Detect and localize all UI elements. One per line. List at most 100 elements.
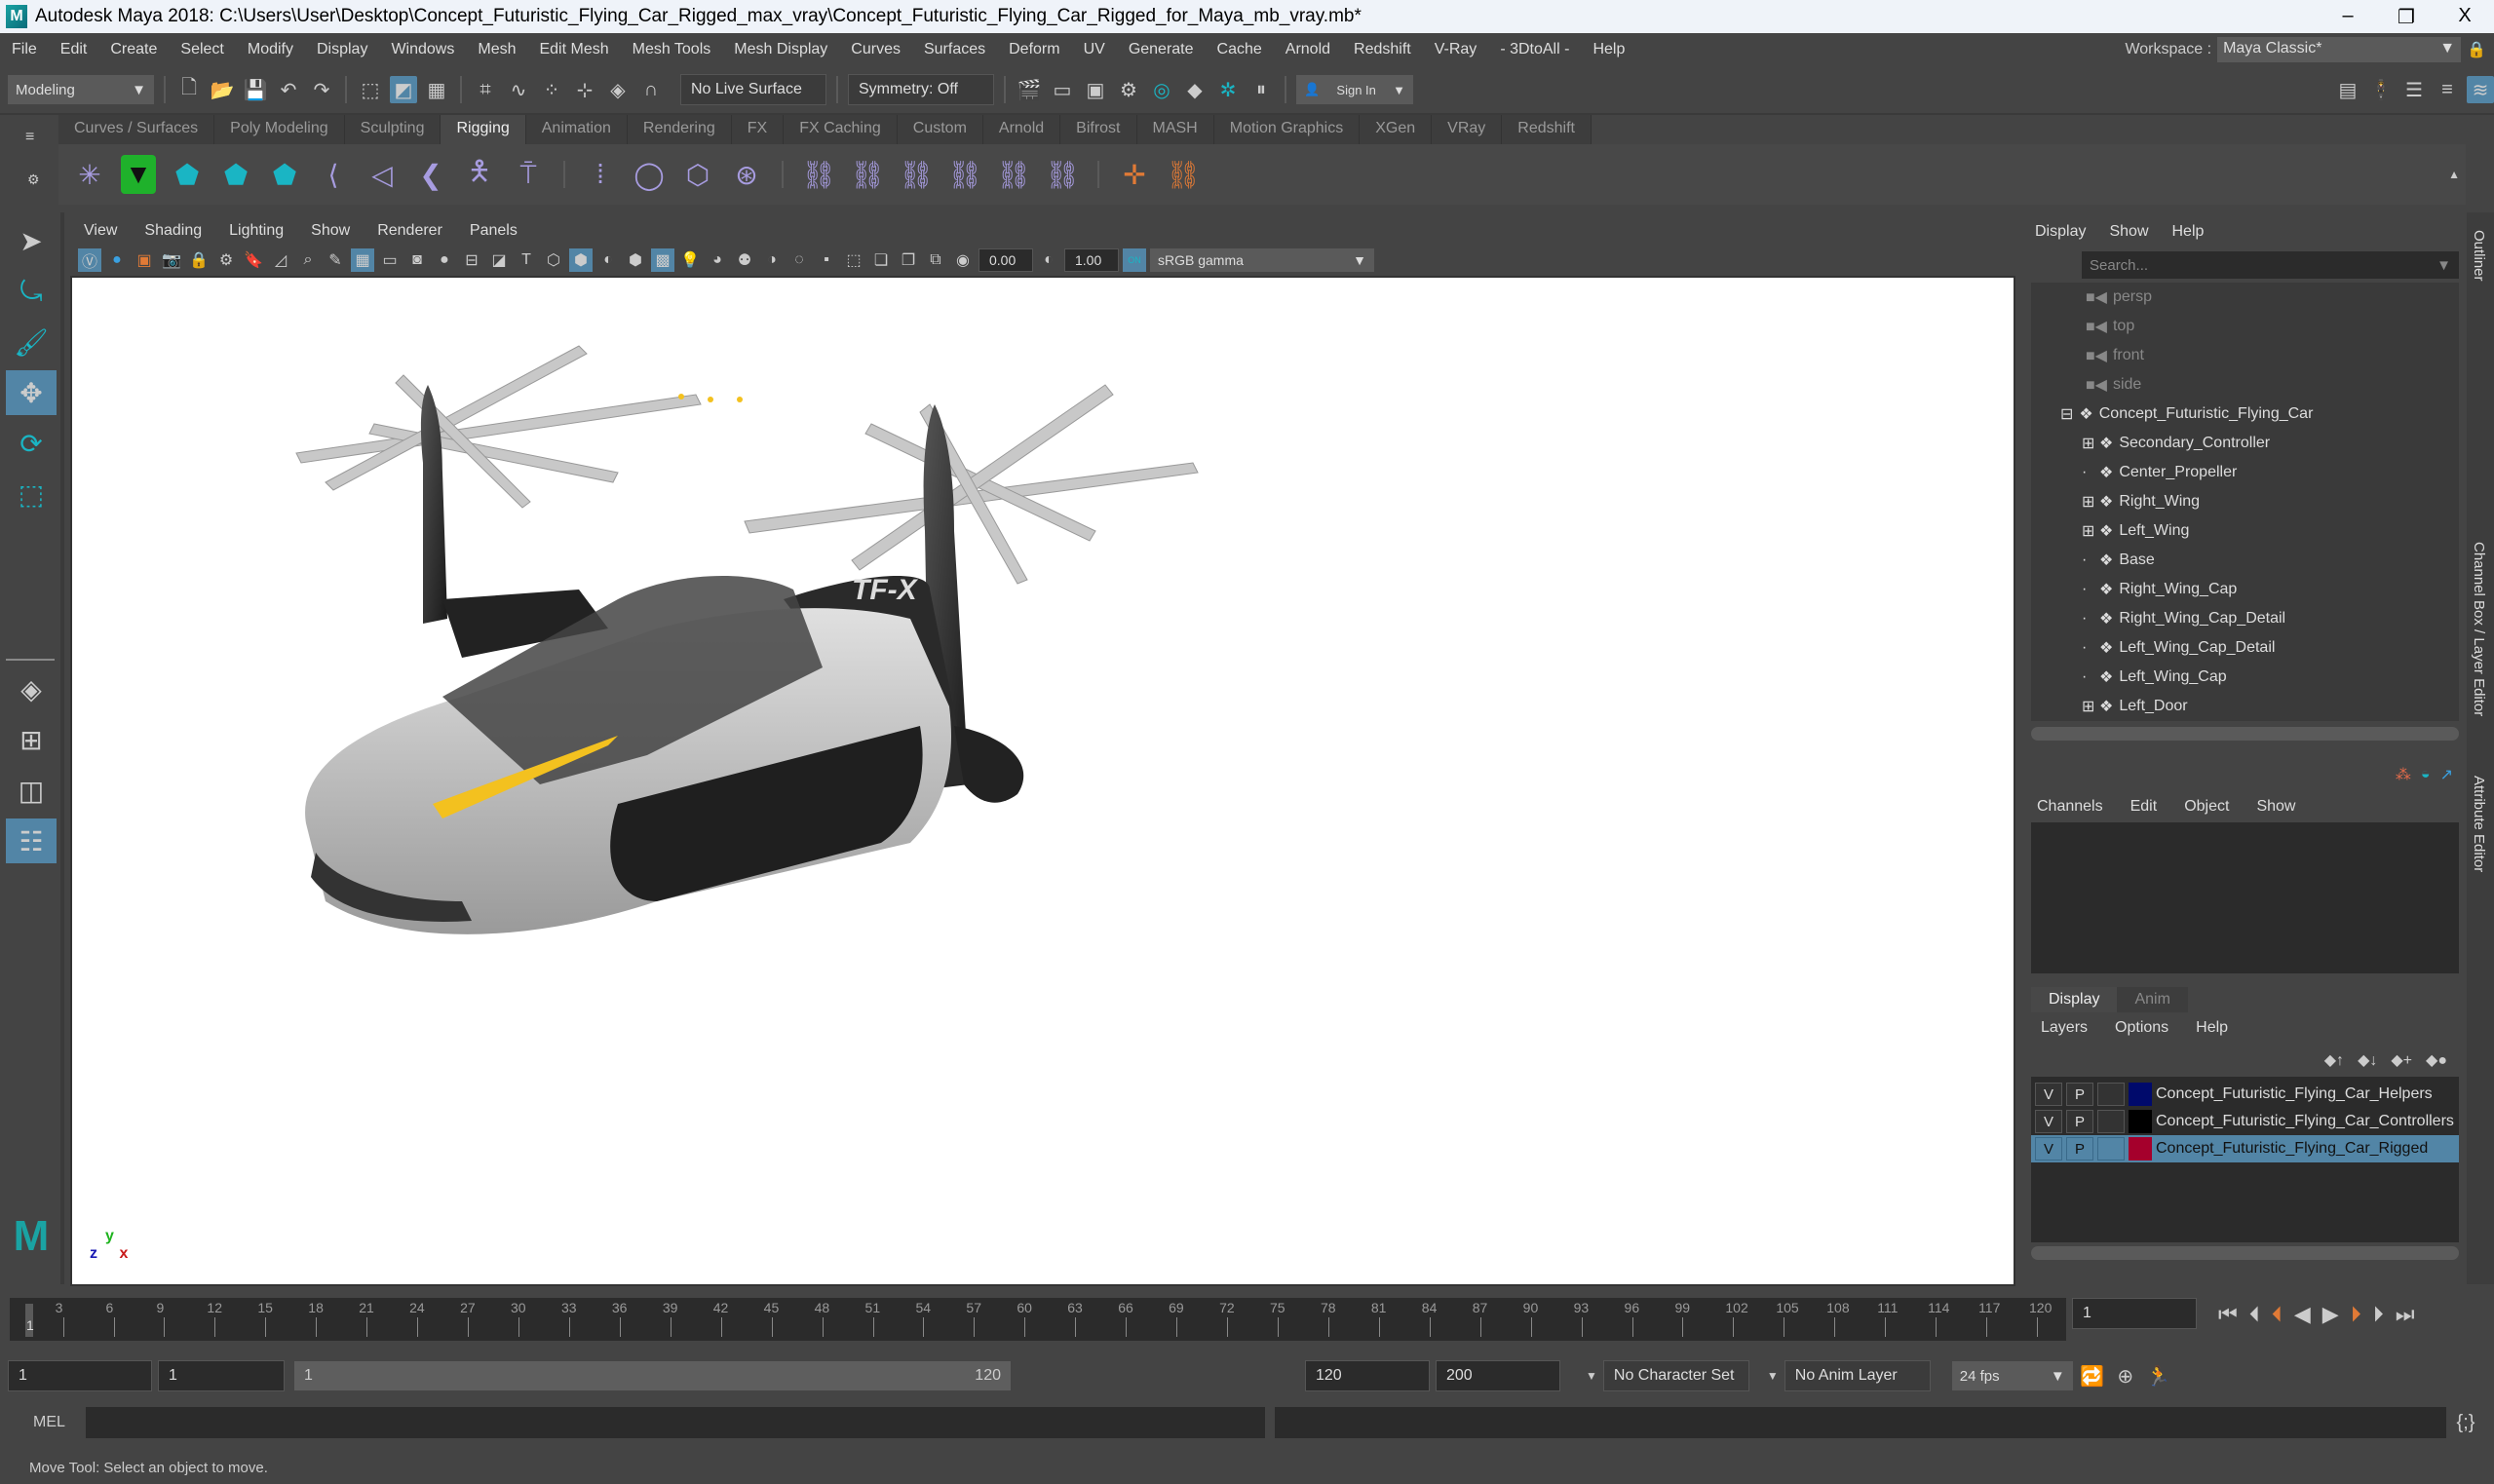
layer-horizontal-scrollbar[interactable] <box>2031 1246 2459 1260</box>
sign-in-dropdown[interactable]: 👤 Sign In ▼ <box>1296 75 1413 104</box>
camera-settings-icon[interactable]: ⚙ <box>214 248 238 272</box>
layer-color-swatch[interactable] <box>2129 1110 2152 1133</box>
outliner-item[interactable]: ⊞ ❖ Left_Wing <box>2031 516 2459 546</box>
shelf-tab-fx[interactable]: FX <box>731 115 785 144</box>
outliner-item[interactable]: ⊞ ❖ Secondary_Controller <box>2031 429 2459 458</box>
playback-toggle[interactable]: P <box>2066 1110 2093 1133</box>
menuset-dropdown[interactable]: Modeling ▼ <box>8 75 154 104</box>
wireframe-icon[interactable]: ⬡ <box>542 248 565 272</box>
scale-tool-icon[interactable]: ⬚ <box>6 472 57 516</box>
playback-start-field[interactable]: 1 <box>158 1360 285 1391</box>
grease-pencil-icon[interactable]: ✎ <box>324 248 347 272</box>
open-scene-icon[interactable]: 📂 <box>209 76 236 103</box>
vray-ipr-icon[interactable]: Ⓥ <box>78 248 101 272</box>
loop-icon[interactable]: 🔁 <box>2079 1362 2106 1389</box>
panel-menu-show[interactable]: Show <box>297 222 364 240</box>
smooth-shade-icon[interactable]: ⬢ <box>569 248 593 272</box>
safe-title-icon[interactable]: T <box>515 248 538 272</box>
outliner-item[interactable]: ⊞ ❖ Right_Wing <box>2031 487 2459 516</box>
shelf-tab-rigging[interactable]: Rigging <box>441 115 526 144</box>
move-tool-icon[interactable]: ✥ <box>6 370 57 415</box>
tool-settings-toggle-icon[interactable]: ≡ <box>2434 76 2461 103</box>
layer-row[interactable]: V P Concept_Futuristic_Flying_Car_Helpers <box>2031 1081 2459 1108</box>
panel-menu-renderer[interactable]: Renderer <box>364 222 456 240</box>
wrap-deformer-icon[interactable]: ◯ <box>632 155 667 194</box>
menu-v-ray[interactable]: V-Ray <box>1423 41 1489 58</box>
pause-icon[interactable]: ⏸ <box>1247 76 1275 103</box>
shelf-menu-icon[interactable]: ≡ <box>25 129 57 146</box>
two-d-pan-zoom-icon[interactable]: ⌕ <box>296 248 320 272</box>
snap-magnet-icon[interactable]: ∩ <box>637 76 665 103</box>
select-object-icon[interactable]: ◩ <box>390 76 417 103</box>
screen-space-ao-icon[interactable]: ⚉ <box>733 248 756 272</box>
character-set-dropdown[interactable]: No Character Set <box>1602 1360 1749 1391</box>
ik-spline-icon[interactable]: ◁ <box>365 155 400 194</box>
auto-key-icon[interactable]: ⊕ <box>2112 1362 2139 1389</box>
safe-action-icon[interactable]: ◪ <box>487 248 511 272</box>
side-tab-outliner[interactable]: Outliner <box>2467 222 2491 300</box>
menu-windows[interactable]: Windows <box>379 41 466 58</box>
shelf-tab-xgen[interactable]: XGen <box>1360 115 1433 144</box>
snap-curve-icon[interactable]: ∿ <box>505 76 532 103</box>
rotate-tool-icon[interactable]: ⟳ <box>6 421 57 466</box>
menu-file[interactable]: File <box>0 41 49 58</box>
menu-uv[interactable]: UV <box>1072 41 1117 58</box>
shelf-tab-custom[interactable]: Custom <box>897 115 983 144</box>
gate-mask-icon[interactable]: ● <box>433 248 456 272</box>
outliner-item-root[interactable]: ⊟ ❖ Concept_Futuristic_Flying_Car <box>2031 400 2459 429</box>
scale-pivot-icon[interactable]: ↗ <box>2440 765 2453 784</box>
rotate-pivot-icon[interactable]: ◒ <box>2421 766 2431 783</box>
outliner-menu-help[interactable]: Help <box>2161 223 2216 241</box>
select-hierarchy-icon[interactable]: ⬚ <box>357 76 384 103</box>
render-current-frame-icon[interactable]: 🎬 <box>1016 76 1043 103</box>
expand-icon[interactable]: ⊞ <box>2082 492 2099 512</box>
textured-icon[interactable]: ▩ <box>651 248 674 272</box>
exposure-field[interactable]: 0.00 <box>978 248 1033 272</box>
vray-render-icon[interactable]: ✲ <box>1214 76 1242 103</box>
outliner-item-top[interactable]: ■◀ top <box>2031 312 2459 341</box>
outliner-horizontal-scrollbar[interactable] <box>2031 727 2459 741</box>
move-layer-up-icon[interactable]: ◆↑ <box>2324 1050 2344 1070</box>
animation-start-field[interactable]: 1 <box>8 1360 152 1391</box>
parent-constraint-icon[interactable]: ⛓ <box>801 155 836 194</box>
display-type-toggle[interactable] <box>2097 1083 2125 1106</box>
xray-icon[interactable]: ❏ <box>869 248 893 272</box>
vray-sphere-icon[interactable]: ● <box>105 248 129 272</box>
play-forwards-icon[interactable]: ▶ <box>2322 1302 2339 1327</box>
menu-modify[interactable]: Modify <box>236 41 305 58</box>
use-all-lights-icon[interactable]: 💡 <box>678 248 702 272</box>
xray-joints-icon[interactable]: ⧉ <box>924 248 947 272</box>
shelf-tab-bifrost[interactable]: Bifrost <box>1060 115 1137 144</box>
mel-label[interactable]: MEL <box>0 1414 86 1431</box>
perspective-viewport[interactable]: TF-X y z x <box>70 276 2015 1286</box>
locator-constraint-icon[interactable]: ⛓ <box>1166 155 1201 194</box>
shelf-tab-sculpting[interactable]: Sculpting <box>344 115 441 144</box>
panel-menu-lighting[interactable]: Lighting <box>215 222 297 240</box>
exposure-icon[interactable]: ◉ <box>951 248 975 272</box>
shelf-tab-curves-surfaces[interactable]: Curves / Surfaces <box>58 115 215 144</box>
restore-button[interactable]: ❐ <box>2377 5 2436 29</box>
scale-constraint-icon[interactable]: ⛓ <box>947 155 982 194</box>
menu-help[interactable]: Help <box>1581 41 1636 58</box>
menu-mesh-tools[interactable]: Mesh Tools <box>621 41 723 58</box>
channel-box-toggle-icon[interactable]: ≋ <box>2467 76 2494 103</box>
layer-row[interactable]: V P Concept_Futuristic_Flying_Car_Controll… <box>2031 1108 2459 1135</box>
save-scene-icon[interactable]: 💾 <box>242 76 269 103</box>
ipr-render-icon[interactable]: ▣ <box>1082 76 1109 103</box>
gamma-field[interactable]: 1.00 <box>1064 248 1119 272</box>
visibility-toggle[interactable]: V <box>2035 1110 2062 1133</box>
collapse-icon[interactable]: ⊟ <box>2060 404 2073 424</box>
pole-vector-constraint-icon[interactable]: ⛓ <box>1045 155 1080 194</box>
live-surface-field[interactable]: No Live Surface <box>680 74 826 105</box>
character-controls-icon[interactable]: 🕴 <box>2367 76 2395 103</box>
outliner-item-persp[interactable]: ■◀ persp <box>2031 283 2459 312</box>
shelf-tab-arnold[interactable]: Arnold <box>982 115 1061 144</box>
hypershade-icon[interactable]: ◎ <box>1148 76 1175 103</box>
shelf-tab-fx-caching[interactable]: FX Caching <box>784 115 898 144</box>
channel-box-menu-edit[interactable]: Edit <box>2117 798 2171 816</box>
shelf-tab-vray[interactable]: VRay <box>1432 115 1503 144</box>
outliner-layout-icon[interactable]: ☷ <box>6 818 57 863</box>
gamma-icon[interactable]: ◐ <box>1037 248 1060 272</box>
grid-icon[interactable]: ▦ <box>351 248 374 272</box>
outliner-item[interactable]: · ❖ Left_Wing_Cap <box>2031 663 2459 692</box>
